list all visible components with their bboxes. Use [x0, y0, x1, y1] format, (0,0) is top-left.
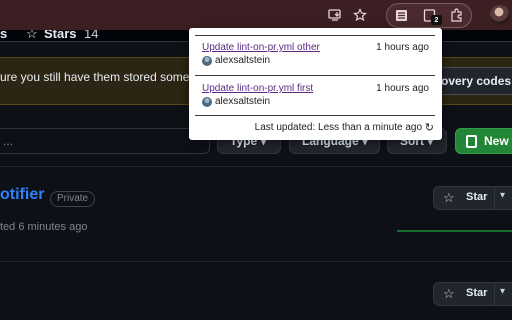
activity-sparkline	[397, 230, 512, 232]
list-divider	[0, 261, 512, 262]
notifier-extension-icon[interactable]: 2	[419, 5, 442, 25]
bookmark-star-icon[interactable]	[350, 5, 370, 25]
notification-time: 1 hours ago	[376, 83, 429, 94]
notification-item[interactable]: Update lint-on-pr.yml other 1 hours ago …	[195, 37, 435, 75]
notifications-popup: Update lint-on-pr.yml other 1 hours ago …	[189, 28, 442, 140]
visibility-badge: Private	[50, 191, 96, 207]
install-app-icon[interactable]	[325, 5, 345, 25]
repo-name-link[interactable]: otifier	[0, 186, 44, 204]
star-icon: ☆	[443, 190, 455, 205]
repo-icon	[466, 135, 477, 148]
chevron-down-icon[interactable]: ▾	[500, 286, 505, 297]
notification-title-link[interactable]: Update lint-on-pr.yml first	[202, 83, 313, 94]
notification-count-badge: 2	[431, 15, 442, 25]
last-updated-text: Last updated: Less than a minute ago	[254, 122, 422, 133]
star-button[interactable]: ☆ Star ▾	[433, 282, 512, 306]
notification-time: 1 hours ago	[376, 42, 429, 53]
recovery-codes-label: overy codes	[441, 74, 512, 88]
search-placeholder: ...	[3, 134, 14, 148]
list-divider	[0, 166, 512, 167]
browser-toolbar: 2	[0, 0, 512, 30]
star-icon: ☆	[443, 286, 455, 301]
star-label: Star	[466, 287, 488, 299]
refresh-icon[interactable]: ↻	[425, 121, 434, 134]
notification-title-link[interactable]: Update lint-on-pr.yml other	[202, 42, 320, 53]
star-divider	[494, 283, 495, 305]
extension-list-icon[interactable]	[391, 5, 411, 25]
user-avatar	[202, 56, 212, 66]
user-avatar	[202, 97, 212, 107]
notification-item[interactable]: Update lint-on-pr.yml first 1 hours ago …	[195, 78, 435, 116]
stars-star-icon: ☆	[26, 30, 38, 41]
chevron-down-icon[interactable]: ▾	[500, 190, 505, 201]
star-divider	[494, 187, 495, 209]
banner-text: ure you still have them stored somew	[0, 70, 199, 84]
notification-user: alexsaltstein	[215, 55, 271, 66]
popup-divider	[195, 75, 435, 76]
repo-updated-text: ted 6 minutes ago	[0, 221, 88, 233]
star-button[interactable]: ☆ Star ▾	[433, 186, 512, 210]
puzzle-extensions-icon[interactable]	[447, 5, 467, 25]
tab-stars[interactable]: Stars	[44, 30, 77, 41]
new-repo-label: New	[484, 134, 509, 148]
stars-count: 14	[84, 30, 99, 41]
new-repo-button[interactable]: New	[455, 128, 512, 154]
popup-divider	[195, 35, 435, 36]
star-label: Star	[466, 191, 488, 203]
notification-user: alexsaltstein	[215, 96, 271, 107]
profile-avatar[interactable]	[490, 5, 510, 25]
repo-search-input[interactable]: ...	[0, 128, 210, 154]
extensions-group: 2	[386, 3, 472, 28]
tab-fragment[interactable]: s	[0, 30, 7, 41]
last-updated-status: Last updated: Less than a minute ago ↻	[254, 122, 434, 134]
popup-divider	[195, 115, 435, 116]
